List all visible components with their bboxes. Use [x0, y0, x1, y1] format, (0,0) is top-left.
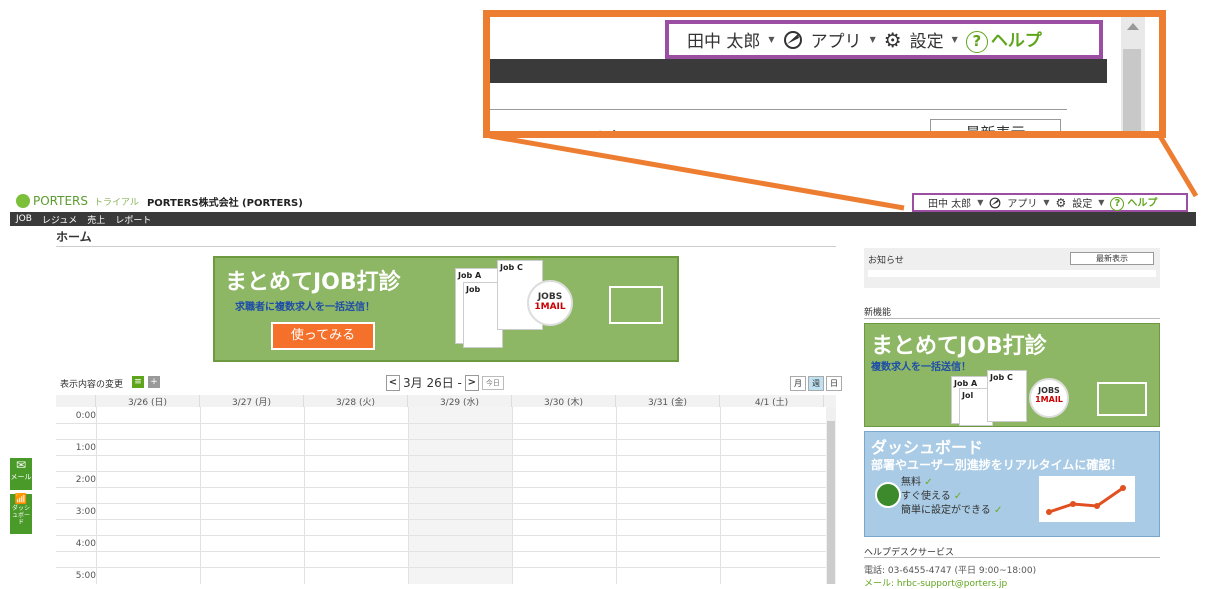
next-arrow-icon[interactable]: > [464, 374, 479, 391]
dashboard-subtitle: 部署やユーザー別進捗をリアルタイムに確認！ [871, 458, 1123, 472]
app-window: PORTERS トライアル PORTERS株式会社 (PORTERS) 田中 太… [10, 190, 1196, 589]
job-banner-small[interactable]: まとめてJOB打診 複数求人を一括送信！ Job A Jol Job C JOB… [864, 323, 1160, 427]
helpdesk-phone: 電話: 03-6455-4747 (平日 9:00~18:00) [864, 566, 1037, 576]
today-column [408, 407, 512, 584]
trial-label: トライアル [94, 197, 139, 208]
mail-dock-button[interactable]: ✉ メール [10, 458, 32, 490]
calendar-scrollbar[interactable] [826, 407, 836, 584]
gear-icon[interactable]: ⚙ [1056, 196, 1067, 210]
small-banner-title: まとめてJOB打診 [871, 334, 1047, 359]
nav-item-job[interactable]: JOB [16, 214, 32, 224]
help-icon: ? [1110, 197, 1125, 211]
view-day-button[interactable]: 日 [826, 376, 842, 391]
change-view-label[interactable]: 表示内容の変更 [60, 377, 123, 390]
nav-item-resume[interactable]: レジュメ [42, 213, 77, 226]
add-icon[interactable]: + [148, 376, 160, 388]
trend-chart-icon [1039, 476, 1135, 522]
notice-panel: お知らせ 最新表示 [864, 248, 1160, 288]
today-button[interactable]: 今日 [481, 375, 504, 390]
day-header[interactable]: 3/28 (火) [304, 395, 408, 408]
page-title: ホーム [56, 230, 92, 244]
user-name[interactable]: 田中 太郎 [928, 195, 971, 210]
view-month-button[interactable]: 月 [790, 376, 806, 391]
small-banner-subtitle: 複数求人を一括送信！ [871, 362, 971, 373]
day-header[interactable]: 3/26 (日) [96, 395, 200, 408]
time-label: 5:00 [75, 571, 96, 581]
title-divider [56, 246, 836, 247]
envelope-icon [1097, 382, 1147, 416]
notice-content [868, 270, 1156, 277]
time-label: 1:00 [75, 443, 96, 453]
day-header[interactable]: 3/30 (木) [512, 395, 616, 408]
settings-label[interactable]: 設定 [1072, 195, 1092, 210]
new-features-title: 新機能 [864, 308, 892, 318]
dashboard-points: 無料 ✓ すぐ使える ✓ 簡単に設定ができる ✓ [901, 477, 1003, 516]
day-header[interactable]: 3/31 (金) [616, 395, 720, 408]
nav-item-sales[interactable]: 売上 [87, 213, 105, 226]
list-icon[interactable]: ≡ [132, 376, 144, 388]
apps-icon[interactable] [989, 197, 1001, 209]
dashboard-dock-button[interactable]: 📶 ダッシュボード [10, 494, 32, 534]
nav-item-report[interactable]: レポート [115, 213, 151, 226]
time-label: 2:00 [75, 475, 96, 485]
dashboard-title: ダッシュボード [871, 438, 984, 457]
day-header[interactable]: 4/1 (土) [720, 395, 824, 408]
chevron-down-icon[interactable]: ▼ [977, 198, 983, 207]
date-navigator: < 3月 26日 - > 今日 [386, 374, 504, 391]
jobs-mail-badge: JOBS 1MAIL [527, 280, 573, 326]
time-label: 4:00 [75, 539, 96, 549]
chevron-down-icon[interactable]: ▼ [1098, 198, 1104, 207]
logo-icon [16, 194, 30, 208]
banner-subtitle: 求職者に複数求人を一括送信！ [235, 302, 375, 313]
new-features-divider [864, 318, 1160, 319]
dashboard-banner[interactable]: ダッシュボード 部署やユーザー別進捗をリアルタイムに確認！ 無料 ✓ すぐ使える… [864, 431, 1160, 537]
jobs-mail-badge: JOBS 1MAIL [1029, 378, 1069, 418]
chevron-down-icon[interactable]: ▼ [1043, 198, 1049, 207]
latest-button[interactable]: 最新表示 [1070, 252, 1154, 265]
chart-icon: 📶 [14, 494, 28, 505]
notice-label: お知らせ [868, 256, 904, 266]
envelope-icon [609, 286, 663, 324]
view-week-button[interactable]: 週 [808, 376, 824, 391]
job-banner[interactable]: まとめてJOB打診 求職者に複数求人を一括送信！ 使ってみる Job A Job… [213, 256, 679, 362]
mail-icon: ✉ [15, 458, 27, 472]
date-label: 3月 26日 - [403, 376, 462, 390]
helpdesk-mail[interactable]: メール: hrbc-support@porters.jp [864, 576, 1007, 589]
porters-logo[interactable]: PORTERS [16, 194, 88, 208]
apps-label[interactable]: アプリ [1007, 195, 1037, 210]
main-nav: JOB レジュメ 売上 レポート [10, 212, 1196, 226]
day-header[interactable]: 3/29 (水) [408, 395, 512, 408]
banner-title: まとめてJOB打診 [225, 270, 401, 295]
timer-icon [875, 482, 901, 508]
company-name: PORTERS株式会社 (PORTERS) [146, 197, 303, 209]
time-label: 3:00 [75, 507, 96, 517]
job-doc-c: Job C [987, 370, 1027, 422]
try-button[interactable]: 使ってみる [271, 322, 375, 350]
calendar-grid: 3/26 (日) 3/27 (月) 3/28 (火) 3/29 (水) 3/30… [56, 395, 836, 584]
scroll-thumb[interactable] [827, 421, 835, 584]
prev-arrow-icon[interactable]: < [386, 374, 400, 391]
calendar-controls: 表示内容の変更 ≡ + < 3月 26日 - > 今日 月 週 日 [56, 374, 842, 392]
calendar-header: 3/26 (日) 3/27 (月) 3/28 (火) 3/29 (水) 3/30… [56, 395, 836, 408]
time-label: 0:00 [75, 411, 96, 421]
user-menu: 田中 太郎 ▼ アプリ ▼ ⚙ 設定 ▼ ? ヘルプ [912, 193, 1188, 212]
help-link[interactable]: ? ヘルプ [1110, 194, 1157, 211]
day-header[interactable]: 3/27 (月) [200, 395, 304, 408]
helpdesk-divider [864, 557, 1160, 558]
